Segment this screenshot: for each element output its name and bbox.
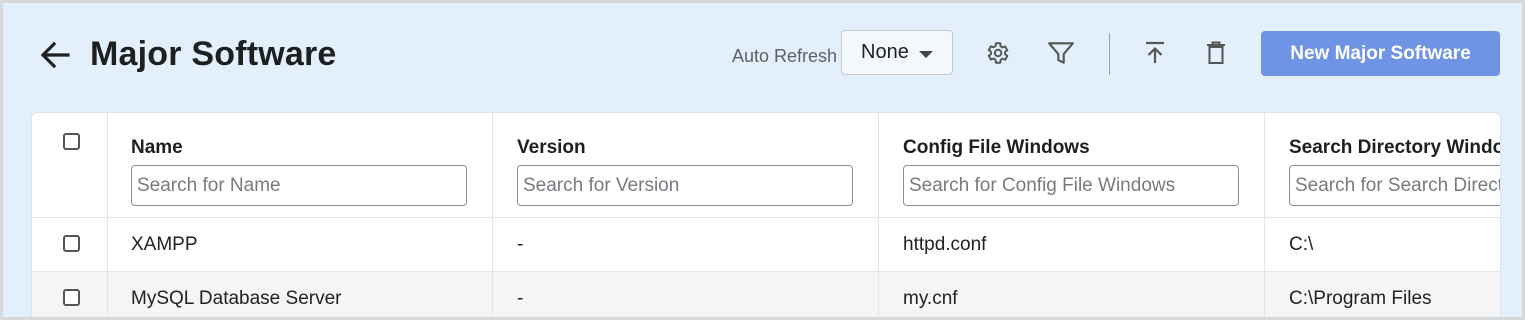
search-version-input[interactable] xyxy=(517,165,853,206)
row-divider xyxy=(32,271,1500,272)
cell-config-file: my.cnf xyxy=(903,288,958,309)
app-frame: Major Software Auto Refresh None New Maj… xyxy=(0,0,1525,320)
software-table: Name Version Config File Windows Search … xyxy=(31,112,1501,317)
column-header-version[interactable]: Version xyxy=(517,137,586,159)
cell-version: - xyxy=(517,234,524,255)
cell-search-directory: C:\ xyxy=(1289,234,1314,255)
column-header-name[interactable]: Name xyxy=(131,137,183,159)
column-header-search-directory-windows[interactable]: Search Directory Windows xyxy=(1289,137,1500,159)
filter-button[interactable] xyxy=(1045,37,1077,69)
settings-button[interactable] xyxy=(981,37,1013,69)
cell-config-file: httpd.conf xyxy=(903,234,987,255)
new-major-software-button[interactable]: New Major Software xyxy=(1261,31,1500,76)
auto-refresh-select[interactable]: None xyxy=(841,30,953,75)
cell-version: - xyxy=(517,288,524,309)
settings-gear-icon xyxy=(987,42,1009,64)
row-checkbox[interactable] xyxy=(63,235,80,252)
caret-down-icon xyxy=(919,51,933,58)
search-directory-windows-input[interactable] xyxy=(1289,165,1500,206)
upload-button[interactable] xyxy=(1139,37,1171,69)
delete-trash-icon xyxy=(1207,41,1225,64)
cell-name[interactable]: MySQL Database Server xyxy=(131,288,342,310)
back-arrow-icon xyxy=(40,41,70,69)
row-divider xyxy=(32,217,1500,218)
back-button[interactable] xyxy=(37,37,73,73)
column-header-config-file-windows[interactable]: Config File Windows xyxy=(903,137,1090,159)
upload-icon xyxy=(1146,41,1164,63)
select-all-checkbox[interactable] xyxy=(63,133,80,150)
search-config-file-windows-input[interactable] xyxy=(903,165,1239,206)
auto-refresh-label: Auto Refresh xyxy=(732,46,838,66)
cell-search-directory: C:\Program Files xyxy=(1289,288,1432,309)
page-title: Major Software xyxy=(90,35,337,73)
filter-icon xyxy=(1048,42,1074,64)
cell-name[interactable]: XAMPP xyxy=(131,234,198,256)
toolbar-divider xyxy=(1109,33,1110,75)
search-name-input[interactable] xyxy=(131,165,467,206)
row-checkbox[interactable] xyxy=(63,289,80,306)
auto-refresh-value: None xyxy=(861,41,909,63)
delete-button[interactable] xyxy=(1200,37,1232,69)
